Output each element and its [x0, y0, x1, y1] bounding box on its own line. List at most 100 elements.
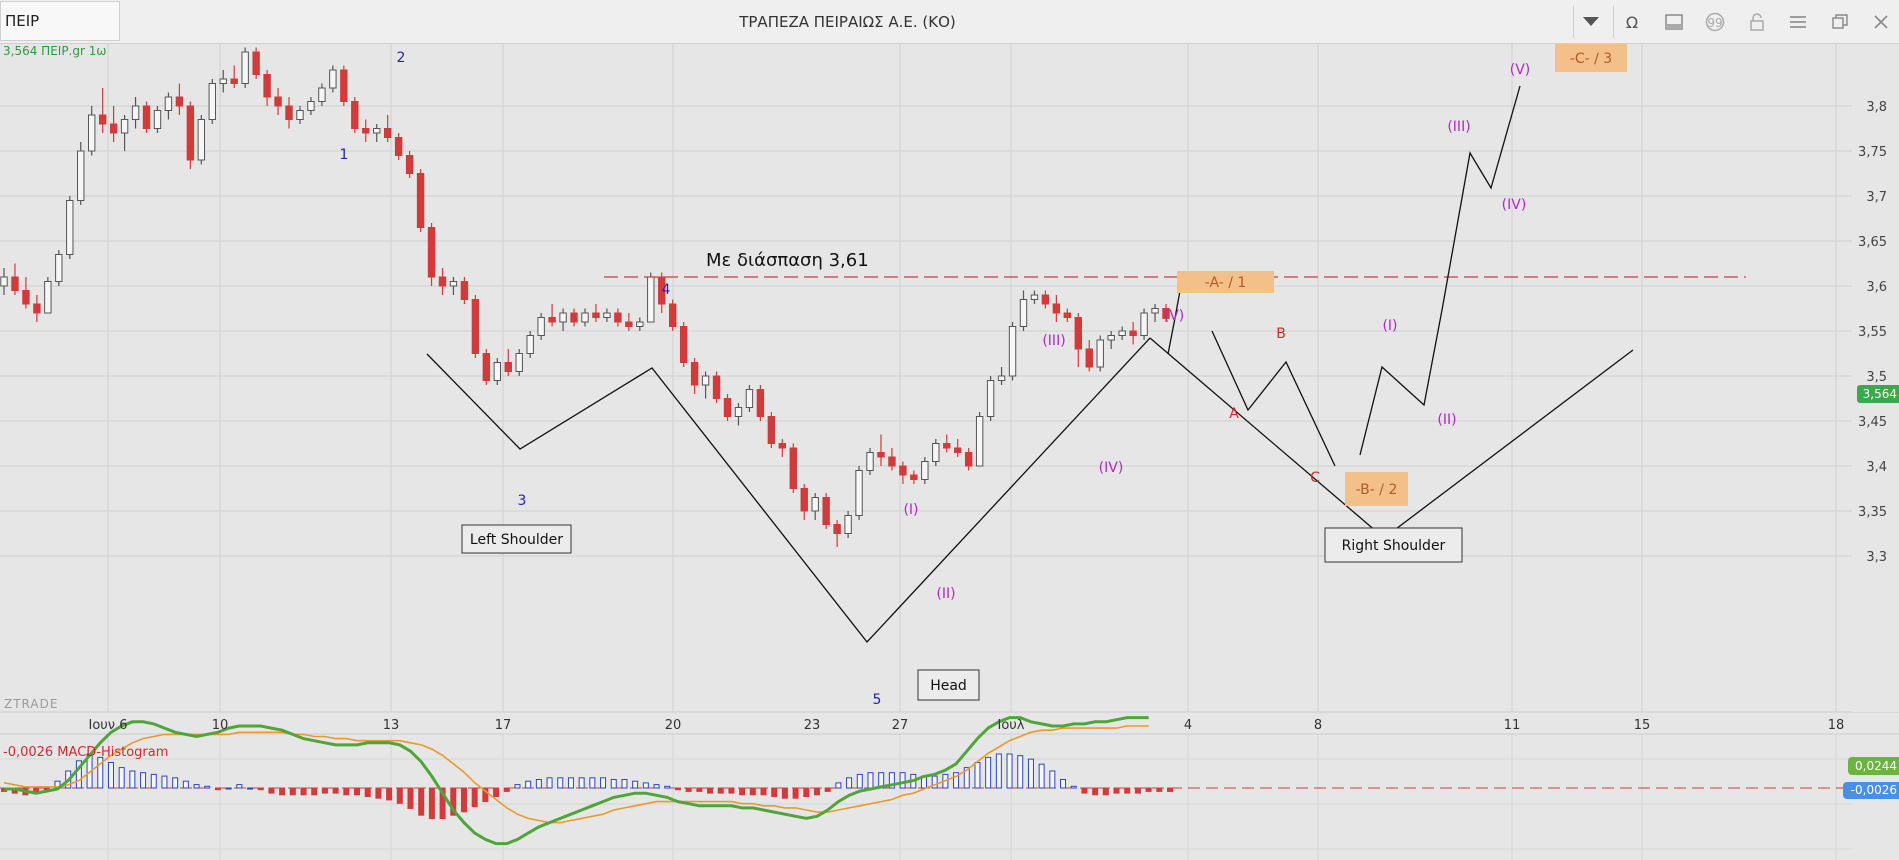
- candle-body: [515, 353, 523, 372]
- macd-histogram-bar: [311, 787, 318, 796]
- wave-box-label: -A- / 1: [1205, 275, 1247, 291]
- y-tick-label: 3,45: [1858, 415, 1887, 430]
- candle-body: [438, 276, 447, 287]
- lock-icon[interactable]: [1739, 4, 1775, 40]
- macd-legend: -0,0026 MACD-Histogram: [3, 745, 169, 760]
- candle-body: [986, 380, 995, 417]
- macd-histogram-bar: [835, 782, 842, 789]
- candle-body: [44, 281, 52, 314]
- macd-histogram-bar: [364, 787, 371, 797]
- candle-body: [460, 281, 469, 300]
- restore-icon[interactable]: [1822, 4, 1858, 40]
- macd-histogram-bar: [503, 787, 510, 792]
- wave-label-purple: (III): [1447, 119, 1470, 135]
- macd-histogram-bar: [653, 784, 660, 789]
- candle-body: [833, 524, 841, 534]
- x-tick-label: 17: [495, 718, 512, 733]
- candle-body: [164, 96, 173, 111]
- candle-body: [1129, 330, 1137, 336]
- candle-body: [800, 488, 808, 512]
- time-axis[interactable]: Ιουν 6 10 13 17 20 23 27 Ιουλ 4 8 11 15 18: [89, 718, 1845, 733]
- macd-histogram-bar: [696, 787, 703, 792]
- wave-label-blue: 4: [662, 282, 671, 298]
- watermark: ZTRADE: [4, 697, 59, 711]
- symbol-input[interactable]: ΠΕΙΡ: [0, 1, 120, 41]
- macd-histogram-bar: [182, 780, 189, 789]
- y-tick-label: 3,35: [1858, 505, 1887, 520]
- candle-body: [340, 69, 348, 102]
- macd-histogram-bar: [321, 787, 328, 794]
- candle-body: [1151, 308, 1159, 314]
- macd-histogram-bar: [1038, 763, 1045, 789]
- macd-histogram-bar: [1049, 770, 1056, 789]
- toolbar: ΠΕΙΡ ΤΡΑΠΕΖΑ ΠΕΙΡΑΙΩΣ Α.Ε. (ΚΟ) Ω 99: [0, 0, 1899, 44]
- close-icon[interactable]: [1863, 4, 1899, 40]
- macd-histogram-bar: [749, 787, 756, 796]
- macd-histogram-bar: [781, 787, 788, 799]
- macd-histogram-bar: [642, 782, 649, 789]
- y-tick-label: 3,8: [1866, 100, 1887, 115]
- candles: [0, 47, 1170, 547]
- macd-histogram-bar: [428, 787, 435, 820]
- candle-body: [1107, 335, 1115, 341]
- macd-histogram-bar: [204, 785, 211, 789]
- candle-body: [1074, 317, 1083, 350]
- candle-body: [679, 326, 688, 363]
- candle-body: [537, 317, 545, 336]
- quote-icon[interactable]: 99: [1697, 4, 1733, 40]
- wave-label-blue: 1: [340, 147, 349, 163]
- x-tick-label: 4: [1184, 718, 1192, 733]
- macd-histogram-bar: [600, 777, 607, 789]
- candle-body: [493, 362, 502, 381]
- wave-label-purple: (II): [1437, 412, 1456, 428]
- macd-histogram-bar: [107, 762, 114, 789]
- candle-body: [87, 114, 96, 152]
- candle-body: [866, 452, 874, 471]
- macd-histogram-bar: [1027, 758, 1034, 789]
- candle-body: [932, 443, 940, 462]
- candle-body: [120, 119, 129, 134]
- candle-body: [811, 497, 819, 512]
- candle-body: [888, 456, 896, 467]
- wave-label-purple: (III): [1042, 333, 1065, 349]
- macd-histogram-bar: [974, 762, 981, 789]
- candle-body: [285, 105, 293, 120]
- candle-body: [668, 303, 677, 327]
- window-title: ΤΡΑΠΕΖΑ ΠΕΙΡΑΙΩΣ Α.Ε. (ΚΟ): [739, 13, 956, 31]
- macd-histogram-bar: [257, 787, 264, 791]
- y-tick-label: 3,55: [1858, 325, 1887, 340]
- macd-histogram-bar: [525, 780, 532, 789]
- candle-body: [614, 312, 622, 323]
- macd-histogram-bar: [995, 753, 1002, 789]
- macd-histogram-bar: [674, 787, 681, 791]
- candle-body: [625, 321, 633, 327]
- candle-body: [98, 114, 107, 125]
- macd-histogram-bar: [985, 756, 992, 789]
- macd-histogram-bar: [1102, 787, 1109, 796]
- candle-body: [943, 443, 951, 449]
- candle-body: [55, 254, 63, 282]
- macd-histogram-bar: [354, 787, 361, 796]
- macd-histogram-bar: [460, 787, 467, 813]
- candle-body: [252, 51, 260, 75]
- menu-icon[interactable]: [1780, 4, 1816, 40]
- candle-body: [1118, 330, 1126, 336]
- candle-body: [899, 465, 907, 476]
- macd-histogram-bar: [546, 777, 553, 789]
- macd-histogram-bar: [514, 784, 521, 789]
- candle-body: [153, 110, 162, 129]
- candle-body: [1041, 294, 1050, 305]
- macd-histogram-bar: [771, 787, 778, 797]
- chart-area[interactable]: 3,3 3,35 3,4 3,45 3,5 3,55 3,6 3,65 3,7 3,75 3,8 Ι…: [0, 44, 1899, 860]
- candle-body: [1096, 339, 1104, 368]
- macd-histogram-bar: [578, 777, 585, 789]
- candle-body: [767, 416, 776, 444]
- macd-histogram-bar: [1124, 787, 1131, 794]
- omega-icon[interactable]: Ω: [1614, 4, 1650, 40]
- macd-histogram-bar: [1134, 787, 1141, 794]
- macd-histogram-bar: [535, 779, 542, 789]
- macd-histogram-bar: [418, 787, 425, 816]
- chevron-down-icon[interactable]: [1573, 4, 1609, 40]
- panel-icon[interactable]: [1656, 4, 1692, 40]
- macd-histogram-bar: [1156, 787, 1163, 792]
